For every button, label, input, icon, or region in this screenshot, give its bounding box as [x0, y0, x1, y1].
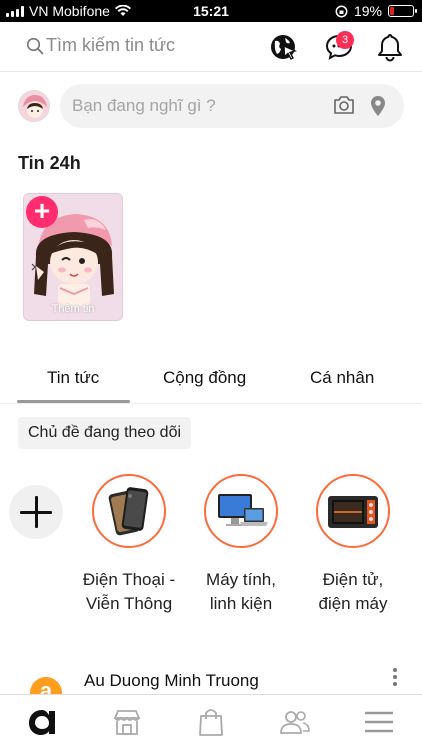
category-label-line1: Điện Thoại -: [82, 570, 176, 589]
search-placeholder: Tìm kiếm tin tức: [46, 35, 176, 55]
feed-tabs: Tin tức Cộng đồng Cá nhân: [0, 360, 422, 404]
tabs-divider: [0, 403, 422, 404]
oven-icon: [328, 496, 378, 528]
post-more-icon[interactable]: [391, 668, 399, 688]
category-computer[interactable]: Máy tính, linh kiện: [176, 474, 306, 616]
following-topics-chip[interactable]: Chủ đề đang theo dõi: [18, 417, 192, 449]
chat-badge: 3: [336, 31, 354, 49]
category-label-line2: Viễn Thông: [85, 594, 173, 613]
battery-percent: 19%: [353, 3, 382, 19]
camera-icon[interactable]: [333, 95, 355, 115]
add-story-caption: Thêm tin: [51, 303, 95, 315]
shopping-bag-icon[interactable]: [194, 707, 228, 737]
add-topic-button[interactable]: [9, 485, 63, 539]
category-label-line1: Máy tính,: [206, 570, 276, 589]
top-bar: Tìm kiếm tin tức 3: [0, 22, 422, 72]
tab-ca-nhan[interactable]: Cá nhân: [310, 368, 374, 388]
category-label: Máy tính, linh kiện: [176, 568, 306, 616]
menu-icon[interactable]: [362, 707, 396, 737]
people-icon[interactable]: [278, 707, 312, 737]
tab-cong-dong[interactable]: Cộng đồng: [163, 368, 246, 388]
store-icon[interactable]: [110, 707, 144, 737]
search-icon: [26, 37, 44, 54]
add-story-button[interactable]: +: [26, 196, 58, 228]
bottom-nav: [0, 694, 422, 750]
active-tab-indicator: [17, 400, 130, 403]
search-bar[interactable]: Tìm kiếm tin tức: [26, 35, 175, 56]
battery-fill: [390, 7, 394, 15]
category-label-line2: linh kiện: [209, 594, 273, 613]
status-right: 19%: [335, 3, 417, 19]
computer-icon: [218, 494, 268, 526]
composer-placeholder: Bạn đang nghĩ gì ?: [72, 96, 216, 115]
category-ring: [316, 474, 390, 548]
post-composer[interactable]: Bạn đang nghĩ gì ?: [60, 84, 404, 128]
category-electronics[interactable]: Điện tử, điện máy: [288, 474, 418, 616]
rotation-lock-icon: [335, 5, 348, 17]
status-bar: VN Mobifone 15:21 19%: [0, 0, 422, 22]
battery-icon: [388, 5, 417, 17]
phone-icon: [108, 487, 149, 536]
bell-icon[interactable]: [375, 32, 405, 62]
category-label: Điện tử, điện máy: [288, 568, 418, 616]
post-author-name[interactable]: Au Duong Minh Truong: [84, 671, 259, 691]
category-ring: [204, 474, 278, 548]
app-logo-icon[interactable]: [25, 707, 59, 737]
user-avatar[interactable]: [18, 90, 50, 122]
add-story-card[interactable]: + Thêm tin: [23, 193, 123, 321]
category-label: Điện Thoại - Viễn Thông: [64, 568, 194, 616]
stories-title: Tin 24h: [18, 153, 81, 173]
category-label-line1: Điện tử,: [322, 570, 384, 589]
location-pin-icon[interactable]: [370, 95, 386, 117]
user-avatar-image: [19, 91, 49, 121]
category-phone[interactable]: Điện Thoại - Viễn Thông: [64, 474, 194, 616]
category-ring: [92, 474, 166, 548]
globe-cursor-icon[interactable]: [268, 32, 298, 62]
tab-tin-tuc[interactable]: Tin tức: [47, 368, 99, 388]
category-label-line2: điện máy: [318, 594, 388, 613]
